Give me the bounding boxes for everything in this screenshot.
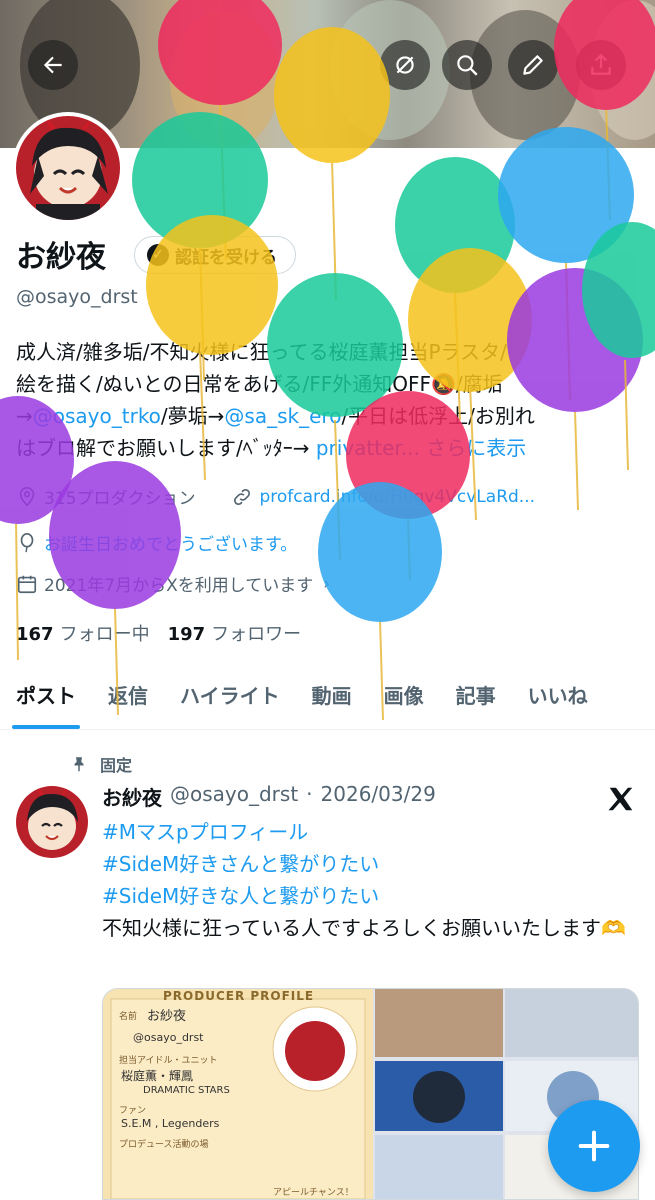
get-verified-button[interactable]: ✓ 認証を受ける: [134, 236, 296, 274]
post-date[interactable]: 2026/03/29: [321, 782, 436, 811]
hashtag-link[interactable]: #Mマスpプロフィール: [102, 816, 642, 848]
post-author-handle[interactable]: @osayo_drst: [170, 782, 298, 811]
mute-button[interactable]: [380, 40, 430, 90]
profile-birthday-row: お誕生日おめでとうございます。: [16, 530, 297, 555]
bio-text: →: [16, 404, 33, 428]
profile-website-link[interactable]: profcard.info/u/H0gv4VcvLaRd...: [259, 487, 535, 507]
pin-icon: [74, 757, 84, 772]
following-link[interactable]: 167 フォロー中: [16, 620, 150, 646]
post-text: #Mマスpプロフィール #SideM好きさんと繋がりたい #SideM好きな人と…: [102, 816, 642, 944]
card-handle-value: @osayo_drst: [133, 1031, 204, 1044]
profile-location: 315プロダクション: [44, 489, 196, 509]
follow-counts: 167 フォロー中 197 フォロワー: [16, 620, 301, 646]
card-activity-label: プロデュース活動の場: [119, 1140, 209, 1150]
followers-label: フォロワー: [211, 624, 302, 645]
avatar-illustration: [16, 116, 120, 220]
profile-handle: @osayo_drst: [16, 286, 138, 308]
post-header: お紗夜 @osayo_drst · 2026/03/29: [102, 782, 436, 811]
edit-button[interactable]: [508, 40, 558, 90]
location-pin-icon: [19, 486, 35, 506]
card-fan-label: ファン: [119, 1106, 147, 1116]
plus-icon: [578, 1130, 610, 1162]
card-idol-value: 桜庭薫・輝鳳: [121, 1069, 194, 1083]
followers-count: 197: [167, 624, 206, 645]
compose-button[interactable]: [548, 1100, 640, 1192]
bio-line: 絵を描く/ぬいとの日常をあげる/FF外通知OFF🔕/腐垢: [16, 372, 503, 396]
profile-name: お紗夜: [16, 240, 106, 275]
bio-line: →@osayo_trko/夢垢→@sa_sk_ero/平日は低浮上/お別れ: [16, 400, 641, 432]
tab-videos[interactable]: 動画: [312, 666, 352, 729]
followers-link[interactable]: 197 フォロワー: [168, 620, 302, 646]
x-logo-icon[interactable]: [606, 784, 636, 814]
tab-posts[interactable]: ポスト: [12, 666, 80, 729]
birthday-message[interactable]: お誕生日おめでとうございます。: [44, 530, 297, 555]
share-icon: [591, 53, 611, 75]
hashtag-link[interactable]: #SideM好きさんと繋がりたい: [102, 848, 642, 880]
tab-images[interactable]: 画像: [384, 666, 424, 729]
bio-line: 成人済/雑多垢/不知火様に狂ってる桜庭薫担当Pラスタ/: [16, 340, 507, 364]
tab-highlights[interactable]: ハイライト: [180, 666, 280, 729]
card-appeal-label: アピールチャンス！: [273, 1188, 354, 1198]
pencil-icon: [523, 55, 543, 75]
balloon-icon: [20, 532, 34, 552]
profile-meta-row: 315プロダクション profcard.info/u/H0gv4VcvLaRd.…: [16, 484, 535, 509]
profile-tabs: ポスト 返信 ハイライト 動画 画像 記事 いいね: [0, 666, 655, 730]
bio-text: /夢垢→: [160, 404, 225, 428]
bio-line: はブロ解でお願いします/ﾍﾞｯﾀｰ→ privatter... さらに表示: [16, 432, 641, 464]
circle-slash-icon: [396, 56, 414, 74]
card-name-value: お紗夜: [147, 1009, 187, 1024]
hashtag-link[interactable]: #SideM好きな人と繋がりたい: [102, 880, 642, 912]
profile-avatar[interactable]: [12, 112, 124, 224]
profile-bio: 成人済/雑多垢/不知火様に狂ってる桜庭薫担当Pラスタ/ 絵を描く/ぬいとの日常を…: [16, 336, 641, 464]
chevron-right-icon: ›: [323, 573, 331, 594]
search-icon: [457, 55, 478, 76]
tab-articles[interactable]: 記事: [456, 666, 496, 729]
profile-joined-row: 2021年7月からXを利用しています ›: [16, 571, 330, 596]
calendar-icon: [17, 575, 37, 593]
post-separator: ·: [306, 782, 313, 806]
verified-check-icon: ✓: [147, 244, 169, 266]
pinned-indicator: 固定: [70, 752, 132, 776]
pinned-label: 固定: [100, 756, 133, 775]
tab-replies[interactable]: 返信: [108, 666, 148, 729]
card-unit-value: DRAMATIC STARS: [143, 1085, 230, 1096]
bio-text: /平日は低浮上/お別れ: [341, 404, 535, 428]
post-author-avatar[interactable]: [16, 786, 88, 858]
share-button[interactable]: [576, 40, 626, 90]
card-idol-label: 担当アイドル・ユニット: [119, 1056, 218, 1066]
search-button[interactable]: [442, 40, 492, 90]
following-count: 167: [16, 624, 54, 645]
post-body-text: 不知火様に狂っている人ですよろしくお願いいたします🫶: [102, 916, 626, 940]
tab-likes[interactable]: いいね: [528, 666, 588, 729]
card-name-label: 名前: [119, 1012, 138, 1022]
get-verified-label: 認証を受ける: [175, 247, 277, 268]
link-icon: [234, 488, 251, 505]
bio-mention-link[interactable]: @sa_sk_ero: [224, 404, 341, 428]
show-more-link[interactable]: さらに表示: [426, 436, 526, 460]
following-label: フォロー中: [59, 624, 150, 645]
post-author-name[interactable]: お紗夜: [102, 782, 162, 811]
back-button[interactable]: [28, 40, 78, 90]
bio-mention-link[interactable]: @osayo_trko: [33, 404, 161, 428]
arrow-left-icon: [43, 56, 62, 74]
joined-date: 2021年7月からXを利用しています: [44, 576, 314, 596]
card-title: PRODUCER PROFILE: [163, 989, 315, 1003]
bio-url-link[interactable]: privatter...: [316, 436, 420, 460]
card-fan-value: S.E.M , Legenders: [121, 1117, 220, 1130]
bio-text: はブロ解でお願いします/ﾍﾞｯﾀｰ→: [16, 436, 316, 460]
avatar-illustration: [16, 786, 88, 858]
